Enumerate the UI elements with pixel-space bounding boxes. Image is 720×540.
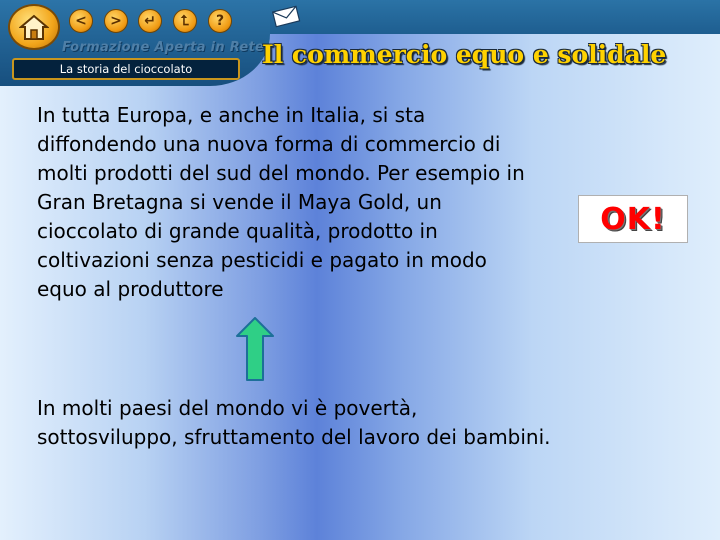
back-icon: < bbox=[75, 13, 87, 29]
course-label: La storia del cioccolato bbox=[59, 62, 193, 76]
paragraph-poverty: In molti paesi del mondo vi è povertà, s… bbox=[37, 396, 551, 449]
home-icon bbox=[19, 14, 49, 40]
index-button[interactable]: ⮤ bbox=[173, 9, 197, 33]
page-title: Il commercio equo e solidale bbox=[262, 40, 667, 69]
back-button[interactable]: < bbox=[69, 9, 93, 33]
paragraph-fair-trade: In tutta Europa, e anche in Italia, si s… bbox=[37, 103, 525, 301]
ok-label: OK! bbox=[600, 201, 666, 237]
course-label-box: La storia del cioccolato bbox=[12, 58, 240, 80]
index-icon: ⮤ bbox=[180, 13, 190, 29]
return-icon: ↵ bbox=[144, 13, 156, 29]
home-button[interactable] bbox=[8, 4, 60, 50]
ok-button[interactable]: OK! bbox=[578, 195, 688, 243]
mail-icon[interactable] bbox=[271, 4, 301, 28]
forward-icon: > bbox=[110, 13, 122, 29]
forward-button[interactable]: > bbox=[104, 9, 128, 33]
return-button[interactable]: ↵ bbox=[138, 9, 162, 33]
help-icon: ? bbox=[215, 13, 225, 29]
arrow-up-icon[interactable] bbox=[236, 317, 274, 381]
brand-text: Formazione Aperta in Rete bbox=[62, 40, 265, 55]
help-button[interactable]: ? bbox=[208, 9, 232, 33]
